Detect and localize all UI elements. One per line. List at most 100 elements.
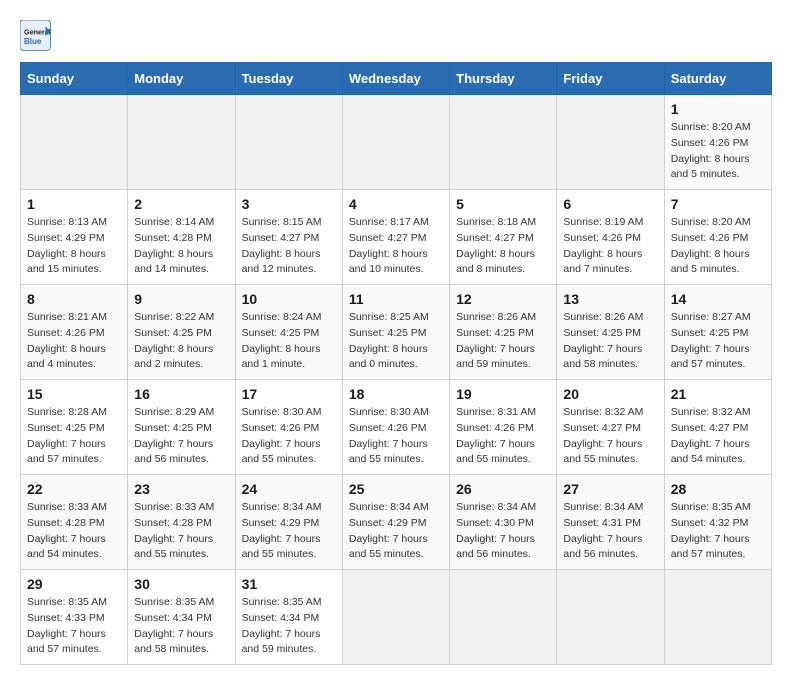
calendar-cell: 14 Sunrise: 8:27 AM Sunset: 4:25 PM Dayl… (664, 285, 771, 380)
day-number: 8 (27, 291, 121, 307)
calendar-cell: 4 Sunrise: 8:17 AM Sunset: 4:27 PM Dayli… (342, 190, 449, 285)
calendar-cell: 24 Sunrise: 8:34 AM Sunset: 4:29 PM Dayl… (235, 475, 342, 570)
day-number: 24 (242, 481, 336, 497)
calendar-cell (342, 95, 449, 190)
day-number: 29 (27, 576, 121, 592)
day-info: Sunrise: 8:22 AM Sunset: 4:25 PM Dayligh… (134, 310, 228, 373)
calendar-cell: 16 Sunrise: 8:29 AM Sunset: 4:25 PM Dayl… (128, 380, 235, 475)
day-number: 13 (563, 291, 657, 307)
calendar-week-row: 1 Sunrise: 8:20 AM Sunset: 4:26 PM Dayli… (21, 95, 772, 190)
calendar-cell (450, 570, 557, 665)
day-info: Sunrise: 8:20 AM Sunset: 4:26 PM Dayligh… (671, 120, 765, 183)
day-info: Sunrise: 8:14 AM Sunset: 4:28 PM Dayligh… (134, 215, 228, 278)
day-info: Sunrise: 8:33 AM Sunset: 4:28 PM Dayligh… (27, 500, 121, 563)
day-number: 22 (27, 481, 121, 497)
day-info: Sunrise: 8:17 AM Sunset: 4:27 PM Dayligh… (349, 215, 443, 278)
day-info: Sunrise: 8:13 AM Sunset: 4:29 PM Dayligh… (27, 215, 121, 278)
day-number: 25 (349, 481, 443, 497)
day-info: Sunrise: 8:30 AM Sunset: 4:26 PM Dayligh… (349, 405, 443, 468)
calendar-cell: 23 Sunrise: 8:33 AM Sunset: 4:28 PM Dayl… (128, 475, 235, 570)
calendar-week-row: 15 Sunrise: 8:28 AM Sunset: 4:25 PM Dayl… (21, 380, 772, 475)
day-info: Sunrise: 8:35 AM Sunset: 4:34 PM Dayligh… (134, 595, 228, 658)
day-number: 11 (349, 291, 443, 307)
calendar-cell: 18 Sunrise: 8:30 AM Sunset: 4:26 PM Dayl… (342, 380, 449, 475)
calendar-cell: 1 Sunrise: 8:13 AM Sunset: 4:29 PM Dayli… (21, 190, 128, 285)
calendar-cell: 11 Sunrise: 8:25 AM Sunset: 4:25 PM Dayl… (342, 285, 449, 380)
day-number: 15 (27, 386, 121, 402)
calendar-cell: 25 Sunrise: 8:34 AM Sunset: 4:29 PM Dayl… (342, 475, 449, 570)
day-number: 9 (134, 291, 228, 307)
header-saturday: Saturday (664, 63, 771, 95)
day-number: 1 (671, 101, 765, 117)
day-number: 3 (242, 196, 336, 212)
logo-icon: General Blue (20, 20, 52, 52)
calendar-cell (128, 95, 235, 190)
day-number: 14 (671, 291, 765, 307)
day-info: Sunrise: 8:19 AM Sunset: 4:26 PM Dayligh… (563, 215, 657, 278)
day-number: 27 (563, 481, 657, 497)
calendar-cell: 6 Sunrise: 8:19 AM Sunset: 4:26 PM Dayli… (557, 190, 664, 285)
day-info: Sunrise: 8:34 AM Sunset: 4:31 PM Dayligh… (563, 500, 657, 563)
calendar-cell: 15 Sunrise: 8:28 AM Sunset: 4:25 PM Dayl… (21, 380, 128, 475)
calendar-cell: 9 Sunrise: 8:22 AM Sunset: 4:25 PM Dayli… (128, 285, 235, 380)
day-number: 26 (456, 481, 550, 497)
calendar-cell (235, 95, 342, 190)
calendar-week-row: 29 Sunrise: 8:35 AM Sunset: 4:33 PM Dayl… (21, 570, 772, 665)
header-monday: Monday (128, 63, 235, 95)
calendar-week-row: 22 Sunrise: 8:33 AM Sunset: 4:28 PM Dayl… (21, 475, 772, 570)
calendar-cell: 31 Sunrise: 8:35 AM Sunset: 4:34 PM Dayl… (235, 570, 342, 665)
day-info: Sunrise: 8:25 AM Sunset: 4:25 PM Dayligh… (349, 310, 443, 373)
day-number: 10 (242, 291, 336, 307)
calendar-week-row: 8 Sunrise: 8:21 AM Sunset: 4:26 PM Dayli… (21, 285, 772, 380)
calendar-cell: 20 Sunrise: 8:32 AM Sunset: 4:27 PM Dayl… (557, 380, 664, 475)
calendar-cell: 8 Sunrise: 8:21 AM Sunset: 4:26 PM Dayli… (21, 285, 128, 380)
day-info: Sunrise: 8:21 AM Sunset: 4:26 PM Dayligh… (27, 310, 121, 373)
day-number: 5 (456, 196, 550, 212)
day-number: 17 (242, 386, 336, 402)
day-info: Sunrise: 8:27 AM Sunset: 4:25 PM Dayligh… (671, 310, 765, 373)
header-tuesday: Tuesday (235, 63, 342, 95)
calendar-cell: 17 Sunrise: 8:30 AM Sunset: 4:26 PM Dayl… (235, 380, 342, 475)
calendar-cell: 3 Sunrise: 8:15 AM Sunset: 4:27 PM Dayli… (235, 190, 342, 285)
day-number: 30 (134, 576, 228, 592)
day-number: 12 (456, 291, 550, 307)
calendar-cell (557, 95, 664, 190)
calendar-cell (664, 570, 771, 665)
calendar-cell (450, 95, 557, 190)
header-thursday: Thursday (450, 63, 557, 95)
day-info: Sunrise: 8:28 AM Sunset: 4:25 PM Dayligh… (27, 405, 121, 468)
calendar-cell: 13 Sunrise: 8:26 AM Sunset: 4:25 PM Dayl… (557, 285, 664, 380)
day-number: 2 (134, 196, 228, 212)
page-header: General Blue (20, 20, 772, 52)
calendar-week-row: 1 Sunrise: 8:13 AM Sunset: 4:29 PM Dayli… (21, 190, 772, 285)
calendar-cell (342, 570, 449, 665)
calendar-cell: 19 Sunrise: 8:31 AM Sunset: 4:26 PM Dayl… (450, 380, 557, 475)
day-info: Sunrise: 8:29 AM Sunset: 4:25 PM Dayligh… (134, 405, 228, 468)
day-number: 16 (134, 386, 228, 402)
calendar-cell: 10 Sunrise: 8:24 AM Sunset: 4:25 PM Dayl… (235, 285, 342, 380)
day-info: Sunrise: 8:31 AM Sunset: 4:26 PM Dayligh… (456, 405, 550, 468)
day-number: 19 (456, 386, 550, 402)
day-info: Sunrise: 8:35 AM Sunset: 4:33 PM Dayligh… (27, 595, 121, 658)
day-number: 21 (671, 386, 765, 402)
day-number: 6 (563, 196, 657, 212)
day-info: Sunrise: 8:35 AM Sunset: 4:34 PM Dayligh… (242, 595, 336, 658)
calendar-cell: 12 Sunrise: 8:26 AM Sunset: 4:25 PM Dayl… (450, 285, 557, 380)
calendar-cell: 21 Sunrise: 8:32 AM Sunset: 4:27 PM Dayl… (664, 380, 771, 475)
day-info: Sunrise: 8:18 AM Sunset: 4:27 PM Dayligh… (456, 215, 550, 278)
calendar-cell: 22 Sunrise: 8:33 AM Sunset: 4:28 PM Dayl… (21, 475, 128, 570)
day-info: Sunrise: 8:26 AM Sunset: 4:25 PM Dayligh… (456, 310, 550, 373)
day-number: 4 (349, 196, 443, 212)
day-number: 23 (134, 481, 228, 497)
calendar-cell: 30 Sunrise: 8:35 AM Sunset: 4:34 PM Dayl… (128, 570, 235, 665)
calendar-cell: 28 Sunrise: 8:35 AM Sunset: 4:32 PM Dayl… (664, 475, 771, 570)
day-number: 28 (671, 481, 765, 497)
calendar-cell: 29 Sunrise: 8:35 AM Sunset: 4:33 PM Dayl… (21, 570, 128, 665)
day-number: 18 (349, 386, 443, 402)
day-info: Sunrise: 8:34 AM Sunset: 4:30 PM Dayligh… (456, 500, 550, 563)
day-number: 20 (563, 386, 657, 402)
header-friday: Friday (557, 63, 664, 95)
logo: General Blue (20, 20, 58, 52)
calendar-cell: 2 Sunrise: 8:14 AM Sunset: 4:28 PM Dayli… (128, 190, 235, 285)
calendar-cell (21, 95, 128, 190)
